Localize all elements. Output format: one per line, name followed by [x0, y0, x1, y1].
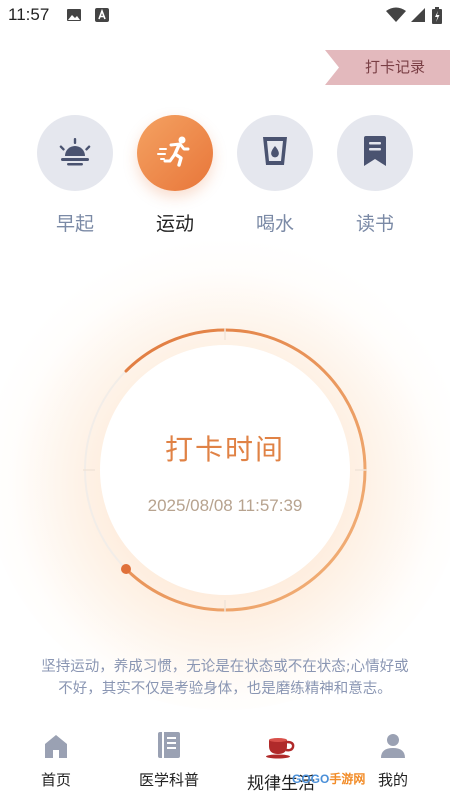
category-circle	[137, 115, 213, 191]
checkin-record-button[interactable]: 打卡记录	[325, 50, 450, 85]
category-tabs: 早起 运动 喝水 读书	[0, 115, 450, 245]
punch-time: 2025/08/08 11:57:39	[147, 496, 303, 515]
running-icon	[157, 135, 193, 171]
wifi-icon	[386, 7, 406, 27]
punch-title: 打卡时间	[164, 433, 285, 466]
category-label: 读书	[355, 213, 394, 235]
status-bar: 11:57	[0, 0, 450, 30]
nav-label: 医学科普	[138, 771, 199, 789]
category-circle	[237, 115, 313, 191]
signal-icon	[410, 7, 426, 27]
ring-center	[100, 345, 350, 595]
user-icon	[380, 733, 406, 763]
category-circle	[37, 115, 113, 191]
watermark-logo: GOGO手游网	[292, 772, 366, 786]
font-icon	[94, 7, 110, 27]
category-label: 运动	[155, 213, 194, 235]
category-label: 喝水	[255, 213, 294, 235]
punch-in-button[interactable]: 打卡时间 2025/08/08 11:57:39	[0, 240, 450, 710]
gallery-icon	[66, 7, 82, 27]
nav-home[interactable]: 首页	[11, 733, 101, 790]
bottom-nav: 首页 医学科普 规律生活 我的	[0, 725, 450, 800]
home-icon	[43, 733, 69, 763]
battery-icon	[432, 7, 442, 28]
category-wake-up[interactable]: 早起	[35, 115, 115, 236]
category-exercise[interactable]: 运动	[135, 115, 215, 236]
nav-medical-science[interactable]: 医学科普	[124, 731, 214, 790]
bookmark-icon	[363, 135, 387, 171]
category-circle	[337, 115, 413, 191]
category-label: 早起	[55, 213, 94, 235]
progress-knob	[121, 563, 132, 574]
tea-cup-icon	[265, 733, 297, 763]
water-cup-icon	[261, 135, 289, 171]
sunrise-icon	[58, 136, 92, 170]
category-drink-water[interactable]: 喝水	[235, 115, 315, 236]
category-reading[interactable]: 读书	[335, 115, 415, 236]
motivation-text: 坚持运动，养成习惯，无论是在状态或不在状态;心情好或不好，其实不仅是考验身体，也…	[41, 659, 409, 697]
nav-label: 首页	[40, 771, 71, 789]
book-icon	[157, 731, 181, 763]
status-time: 11:57	[8, 5, 50, 24]
